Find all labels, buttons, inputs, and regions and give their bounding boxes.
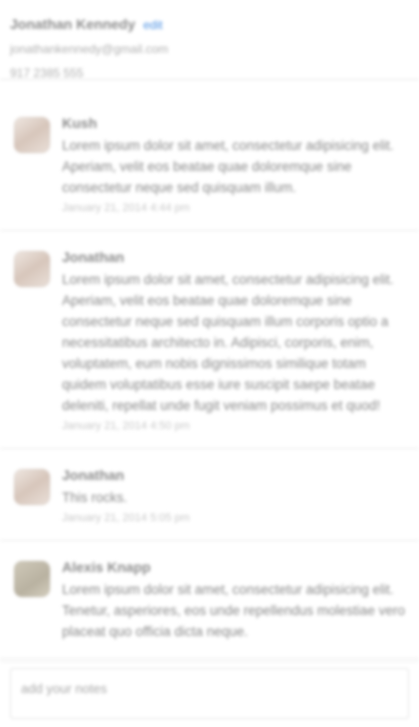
note-item: Jonathan This rocks. January 21, 2014 5:…: [0, 449, 419, 541]
note-item: Kush Lorem ipsum dolor sit amet, consect…: [0, 97, 419, 231]
note-author: Jonathan: [62, 467, 125, 483]
note-timestamp: January 21, 2014 4:44 pm: [62, 202, 190, 214]
note-text: Lorem ipsum dolor sit amet, consectetur …: [62, 582, 405, 639]
note-body: Alexis Knapp Lorem ipsum dolor sit amet,…: [62, 559, 405, 642]
contact-name-row: Jonathan Kennedy edit: [10, 16, 409, 32]
note-text: Lorem ipsum dolor sit amet, consectetur …: [62, 138, 394, 195]
contact-name: Jonathan Kennedy: [10, 16, 136, 32]
note-item: Alexis Knapp Lorem ipsum dolor sit amet,…: [0, 541, 419, 659]
note-body: Jonathan Lorem ipsum dolor sit amet, con…: [62, 249, 405, 432]
avatar: [14, 117, 50, 153]
note-text: Lorem ipsum dolor sit amet, consectetur …: [62, 272, 394, 413]
note-author: Alexis Knapp: [62, 559, 151, 575]
note-item: Jonathan Lorem ipsum dolor sit amet, con…: [0, 231, 419, 449]
contact-notes-panel: Jonathan Kennedy edit jonathankennedy@gm…: [0, 0, 419, 727]
add-notes-input[interactable]: [10, 668, 409, 719]
note-author: Kush: [62, 115, 97, 131]
note-body: Kush Lorem ipsum dolor sit amet, consect…: [62, 115, 405, 214]
note-composer: [0, 661, 419, 727]
note-timestamp: January 21, 2014 4:50 pm: [62, 420, 190, 432]
note-author: Jonathan: [62, 249, 125, 265]
note-timestamp: January 21, 2014 5:05 pm: [62, 512, 190, 524]
note-text: This rocks.: [62, 490, 128, 505]
avatar: [14, 561, 50, 597]
avatar: [14, 469, 50, 505]
contact-email: jonathankennedy@gmail.com: [10, 42, 169, 56]
contact-phone: 917 2385 555: [10, 66, 84, 80]
contact-header: Jonathan Kennedy edit jonathankennedy@gm…: [0, 0, 419, 80]
avatar: [14, 251, 50, 287]
note-body: Jonathan This rocks. January 21, 2014 5:…: [62, 467, 405, 524]
edit-contact-link[interactable]: edit: [143, 18, 162, 32]
notes-list[interactable]: Kush Lorem ipsum dolor sit amet, consect…: [0, 97, 419, 661]
